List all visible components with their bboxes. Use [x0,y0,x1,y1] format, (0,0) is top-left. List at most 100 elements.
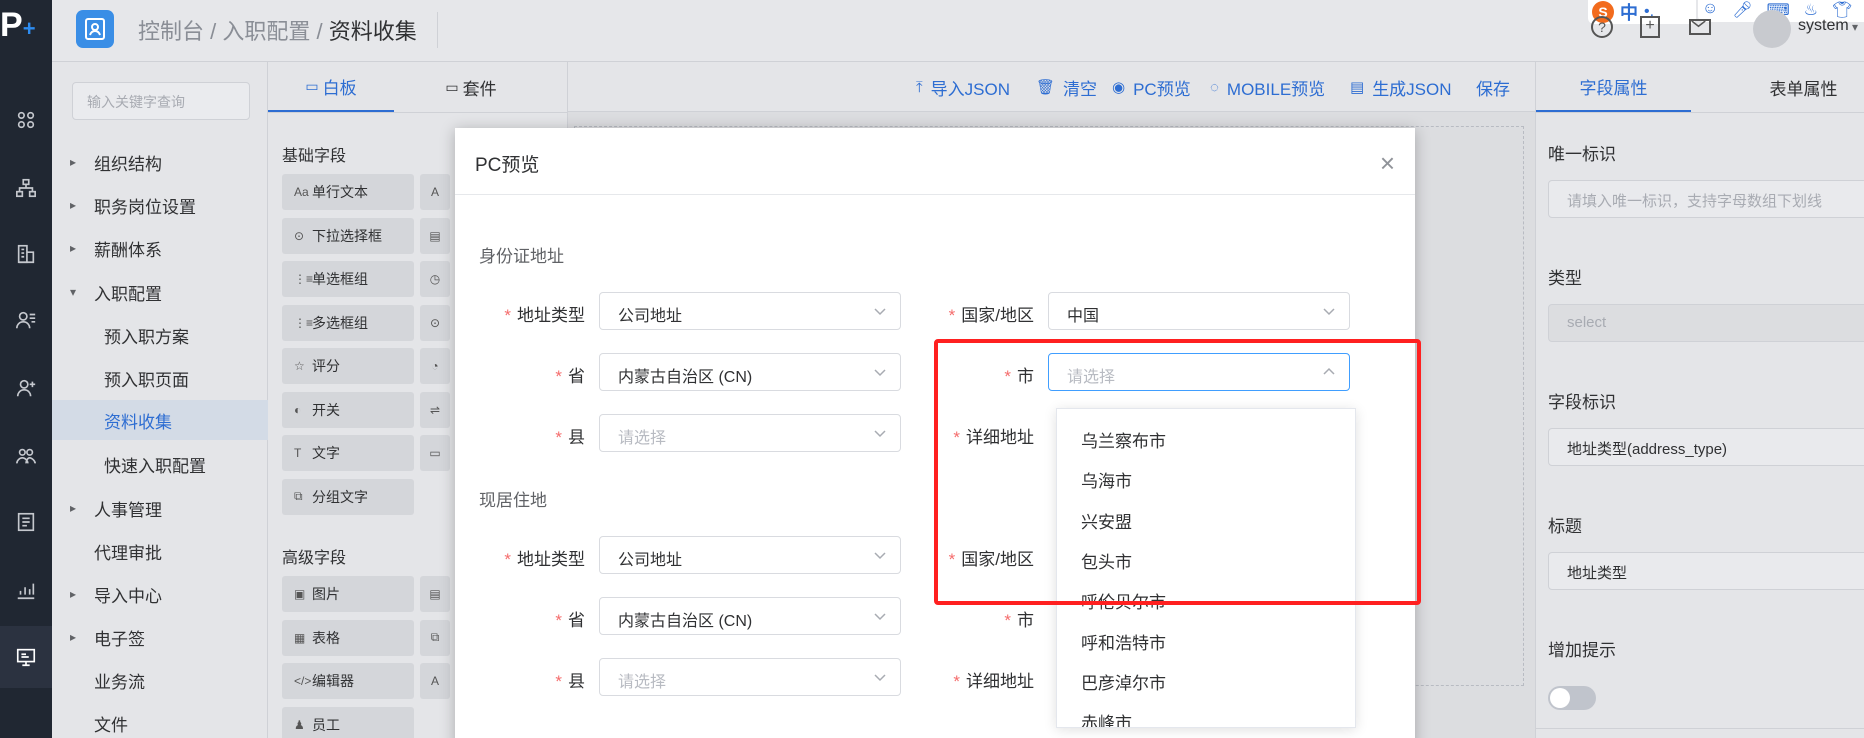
palette-chip[interactable]: ⊙ 下拉选择框 [282,217,414,254]
uid-input[interactable]: 请填入唯一标识，支持字母数组下划线 [1548,180,1864,218]
hint-label: 增加提示 [1548,641,1616,660]
select-value: 请选择 [618,674,667,691]
user-add-icon[interactable] [0,368,52,408]
mail-icon[interactable] [1689,19,1711,35]
country-select[interactable]: 中国 [1048,292,1350,330]
palette-chip-partial[interactable]: A [420,174,450,210]
user-chevron-icon[interactable]: ▾ [1852,20,1858,34]
menu-item-onboarding[interactable]: ▾ 入职配置 [52,272,268,312]
palette-chip-partial[interactable]: ⊙ [420,304,450,341]
field-id-select[interactable]: 地址类型(address_type) [1548,428,1864,466]
title-label: 标题 [1548,517,1582,536]
county-select-2[interactable]: 请选择 [599,658,901,696]
palette-chip[interactable]: ⋮≡ 多选框组 [282,304,414,341]
avatar[interactable] [1753,10,1791,48]
menu-item-org[interactable]: ▸ 组织结构 [52,142,268,182]
menu-item-workflow[interactable]: 业务流 [52,660,268,700]
menu-item-quick-onboard[interactable]: 快速入职配置 [52,444,268,484]
title-input[interactable]: 地址类型 [1548,552,1864,590]
province-select[interactable]: 内蒙古自治区 (CN) [599,353,901,391]
palette-chip[interactable]: ◐ 开关 [282,391,414,428]
menu-item-esign[interactable]: ▸ 电子签 [52,617,268,657]
chevron-down-icon [872,669,888,685]
monitor-icon[interactable] [0,626,52,688]
required-mark: * [504,306,511,325]
menu-item-pre-plan[interactable]: 预入职方案 [52,315,268,355]
clear-button[interactable]: 🗑︎ 清空 [1036,62,1097,112]
palette-chip[interactable]: ▣ 图片 [282,576,414,612]
palette-chip[interactable]: </> 编辑器 [282,663,414,699]
close-icon[interactable]: × [1380,148,1395,179]
mobile-preview-button[interactable]: ◌ MOBILE预览 [1210,62,1325,112]
help-icon[interactable]: ? [1591,16,1613,38]
tab-whiteboard[interactable]: ▭ 白板 [268,62,394,112]
label-text: 县 [568,428,585,447]
required-mark: * [1004,611,1011,630]
rpanel-tab-underline [1536,112,1864,113]
chip-label: 员工 [312,716,340,733]
palette-chip-partial[interactable]: ▤ [420,217,450,254]
palette-chip-partial[interactable]: ◔ [420,348,450,384]
menu-item-positions[interactable]: ▸ 职务岗位设置 [52,185,268,225]
palette-chip[interactable]: ▦ 表格 [282,619,414,656]
field-label: * 国家/地区 [924,301,1034,326]
caret-right-icon: ▸ [69,630,77,644]
city-option[interactable]: 呼和浩特市 [1057,619,1355,659]
menu-item-import[interactable]: ▸ 导入中心 [52,574,268,614]
chip-label: 编辑器 [312,673,354,689]
dialog-divider [455,194,1415,195]
field-type-icon: ☆ [294,359,305,373]
palette-chip-partial[interactable]: ◷ [420,261,450,297]
save-button[interactable]: 保存 [1476,62,1510,112]
palette-chip-partial[interactable]: ⧉ [420,619,450,656]
menu-item-hr[interactable]: ▸ 人事管理 [52,488,268,528]
module-icon[interactable] [76,10,114,48]
city-option[interactable]: 赤峰市 [1057,699,1355,727]
menu-item-proxy[interactable]: 代理审批 [52,531,268,571]
org-tree-icon[interactable] [0,168,52,208]
team-icon[interactable] [0,436,52,476]
menu-item-files[interactable]: 文件 [52,703,268,738]
app-logo[interactable]: P+ [0,6,52,52]
palette-chip-partial[interactable]: ▭ [420,435,450,471]
logo-plus: + [22,16,36,41]
required-mark: * [555,367,562,386]
palette-chip[interactable]: T 文字 [282,435,414,471]
breadcrumb-parent[interactable]: 控制台 / 入职配置 / [138,19,329,44]
hint-toggle[interactable] [1548,686,1596,710]
menu-search-input[interactable]: 输入关键字查询 [72,82,250,120]
properties-panel: 字段属性 表单属性 唯一标识 请填入唯一标识，支持字母数组下划线 类型 sele… [1535,62,1864,738]
tab-field-properties[interactable]: 字段属性 [1536,62,1691,112]
city-option[interactable]: 巴彦淖尔市 [1057,659,1355,699]
palette-chip-partial[interactable]: A [420,663,450,699]
tab-suite[interactable]: ▭ 套件 [408,62,534,112]
user-card-icon[interactable] [0,300,52,340]
pc-preview-button[interactable]: ◉ PC预览 [1112,62,1191,112]
address-type-select-2[interactable]: 公司地址 [599,536,901,574]
palette-chip[interactable]: ☆ 评分 [282,348,414,384]
import-json-button[interactable]: ⤒ 导入JSON [916,62,1010,112]
building-icon[interactable] [0,234,52,274]
add-document-icon[interactable]: + [1640,16,1660,38]
menu-item-salary[interactable]: ▸ 薪酬体系 [52,228,268,268]
palette-chip[interactable]: ♟ 员工 [282,706,414,738]
palette-chip-partial[interactable]: ▤ [420,576,450,612]
address-type-select[interactable]: 公司地址 [599,292,901,330]
tab-form-properties[interactable]: 表单属性 [1726,62,1864,112]
menu-item-pre-page[interactable]: 预入职页面 [52,358,268,398]
chart-icon[interactable] [0,570,52,610]
type-select[interactable]: select [1548,304,1864,342]
palette-chip[interactable]: Aa 单行文本 [282,174,414,210]
user-name[interactable]: system [1798,17,1849,35]
county-select[interactable]: 请选择 [599,414,901,452]
province-select-2[interactable]: 内蒙古自治区 (CN) [599,597,901,635]
label-text: 详细地址 [966,672,1034,691]
report-icon[interactable] [0,502,52,542]
required-mark: * [948,306,956,325]
palette-chip[interactable]: ⋮≡ 单选框组 [282,261,414,297]
generate-json-button[interactable]: ▤ 生成JSON [1350,62,1452,112]
menu-item-data-collection[interactable]: 资料收集 [52,400,268,440]
apps-icon[interactable] [0,100,52,140]
palette-chip-partial[interactable]: ⇌ [420,391,450,428]
palette-chip[interactable]: ⧉ 分组文字 [282,478,414,515]
